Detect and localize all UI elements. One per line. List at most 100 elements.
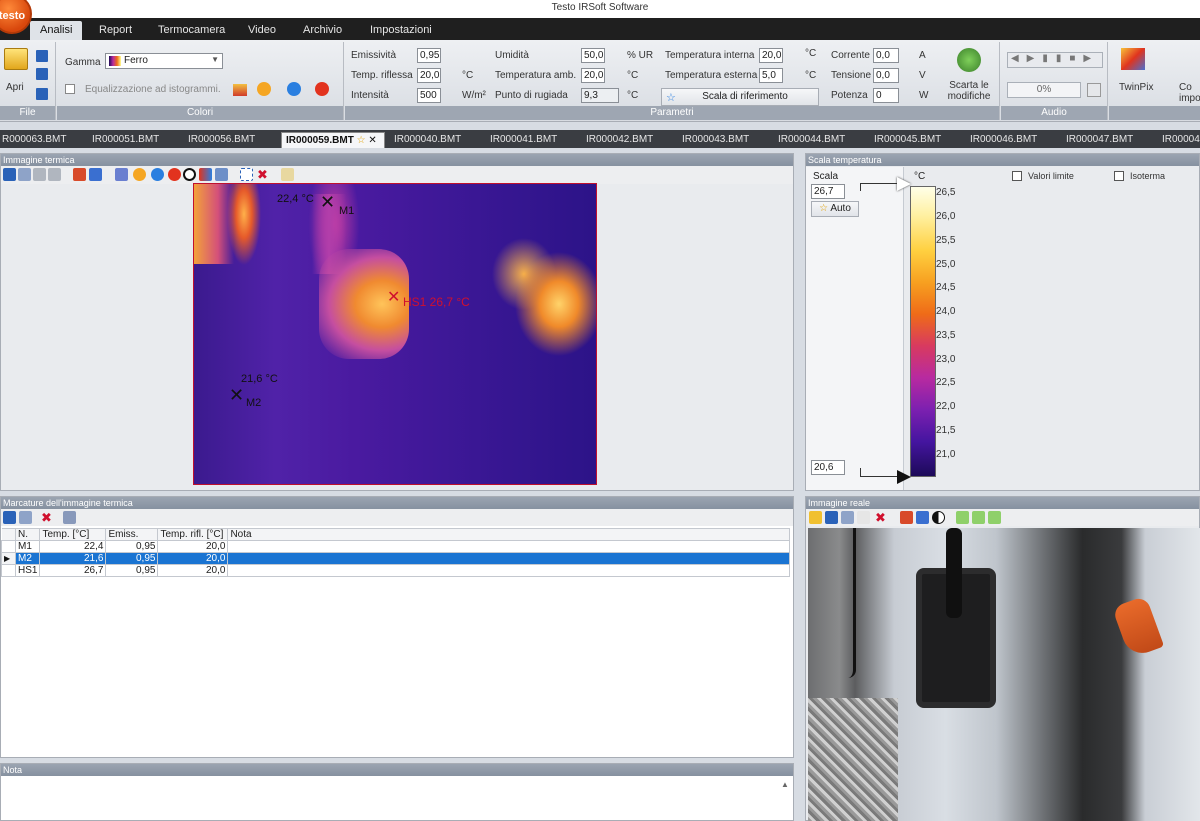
edit-icon[interactable] [63,511,76,524]
cell-note[interactable] [227,552,791,565]
profile-icon[interactable] [215,168,228,181]
equalize-checkbox[interactable] [65,84,75,94]
audio-controls[interactable]: ◀▶▮▮■▶ [1007,52,1103,68]
file-tab[interactable]: IR000047.BMT [1062,132,1137,148]
table-row-selected[interactable]: ▶ M2 21,6 0,95 20,0 [1,552,791,565]
cell-note[interactable] [227,540,791,553]
reference-scale-button[interactable]: ☆ Scala di riferimento [661,88,819,106]
auto-scale-button[interactable]: ☆ Auto [811,201,859,217]
measure-point-icon[interactable] [115,168,128,181]
alarm-color-icon[interactable] [315,82,329,96]
hs1-cross-icon[interactable]: ✕ [387,287,400,307]
col-refl-temp[interactable]: Temp. rifl. [°C] [157,528,229,541]
tab-termocamera[interactable]: Termocamera [148,21,235,40]
file-tab[interactable]: IR000045.BMT [870,132,945,148]
humidity-input[interactable]: 50,0 [581,48,605,63]
discard-changes-icon[interactable] [957,48,981,72]
mirror-icon[interactable] [916,511,929,524]
file-tab[interactable]: IR000044.BMT [774,132,849,148]
settings-label[interactable]: Co impost [1179,82,1200,104]
table-row[interactable]: HS1 26,7 0,95 20,0 [1,564,791,577]
histogram-icon[interactable] [199,168,212,181]
hot-spot-icon[interactable] [133,168,146,181]
intensity-input[interactable]: 500 [417,88,441,103]
delete-icon[interactable]: ✖ [257,168,270,181]
open-icon[interactable] [809,511,822,524]
no-entry-icon[interactable] [183,168,196,181]
ext-temp-input[interactable]: 5,0 [759,68,783,83]
cold-spot-icon[interactable] [151,168,164,181]
copy-icon[interactable] [841,511,854,524]
twinpix-label[interactable]: TwinPix [1119,82,1153,93]
area-select-icon[interactable] [240,168,253,181]
col-n[interactable]: N. [14,528,41,541]
print-icon[interactable] [857,511,870,524]
col-temp[interactable]: Temp. [°C] [39,528,107,541]
m2-cross-icon[interactable]: ✕ [229,385,244,406]
isotherm-checkbox[interactable] [1114,171,1124,181]
save-as-icon[interactable] [36,68,48,80]
tab-impostazioni[interactable]: Impostazioni [360,21,442,40]
amb-temp-input[interactable]: 20,0 [581,68,605,83]
contrast-icon[interactable] [932,511,945,524]
real-photo[interactable] [808,528,1200,821]
audio-save-icon[interactable] [1087,83,1101,97]
zoom-fit-icon[interactable] [988,511,1001,524]
file-tab-active[interactable]: IR000059.BMT ☆ ✕ [281,132,385,148]
close-tab-icon[interactable]: ✕ [368,135,376,146]
scale-min-input[interactable]: 20,6 [811,460,845,475]
palette-icon[interactable] [233,84,247,96]
scale-max-input[interactable]: 26,7 [811,184,845,199]
favorite-star-icon[interactable]: ☆ [357,135,366,146]
save-icon[interactable] [36,50,48,62]
file-tab[interactable]: IR000040.BMT [390,132,465,148]
file-tab[interactable]: IR000042.BMT [582,132,657,148]
note-textarea[interactable] [3,778,777,820]
current-input[interactable]: 0,0 [873,48,899,63]
gamma-select[interactable]: Ferro ▼ [105,53,223,69]
delete-icon[interactable]: ✖ [41,511,54,524]
col-note[interactable]: Nota [227,528,791,541]
print-icon[interactable] [33,168,46,181]
file-tab[interactable]: IR000051.BMT [88,132,163,148]
zoom-out-icon[interactable] [972,511,985,524]
cell-note[interactable] [227,564,791,577]
int-temp-input[interactable]: 20,0 [759,48,783,63]
emissivity-input[interactable]: 0,95 [417,48,441,63]
zoom-in-icon[interactable] [956,511,969,524]
cold-color-icon[interactable] [287,82,301,96]
discard-changes-label[interactable]: Scarta le modifiche [941,80,997,102]
tab-report[interactable]: Report [89,21,142,40]
table-row[interactable]: M1 22,4 0,95 20,0 [1,540,791,553]
rotate-icon[interactable] [73,168,86,181]
power-input[interactable]: 0 [873,88,899,103]
file-tab[interactable]: IR000056.BMT [184,132,259,148]
refl-temp-input[interactable]: 20,0 [417,68,441,83]
file-tab[interactable]: R000063.BMT [0,132,70,148]
tab-archivio[interactable]: Archivio [293,21,352,40]
rotate-icon[interactable] [900,511,913,524]
limits-checkbox[interactable] [1012,171,1022,181]
file-tab[interactable]: IR000041.BMT [486,132,561,148]
save-icon[interactable] [3,168,16,181]
grid-icon[interactable] [281,168,294,181]
hot-color-icon[interactable] [257,82,271,96]
min-slider-handle[interactable] [897,470,911,484]
delete-icon[interactable]: ✖ [875,511,888,524]
col-emiss[interactable]: Emiss. [105,528,159,541]
thermal-image[interactable] [193,183,597,485]
tab-video[interactable]: Video [238,21,286,40]
folder-open-icon[interactable] [4,48,28,70]
file-tab[interactable]: IR00004 [1158,132,1200,148]
voltage-input[interactable]: 0,0 [873,68,899,83]
open-label[interactable]: Apri [6,82,24,93]
copy-icon[interactable] [18,168,31,181]
tab-analisi[interactable]: Analisi [30,21,83,40]
note-scrollbar[interactable]: ▲ [779,780,791,818]
save-icon[interactable] [825,511,838,524]
save-icon[interactable] [3,511,16,524]
file-tab[interactable]: IR000046.BMT [966,132,1041,148]
max-slider-handle[interactable] [897,177,911,191]
copy-icon[interactable] [19,511,32,524]
m1-cross-icon[interactable]: ✕ [320,192,335,213]
